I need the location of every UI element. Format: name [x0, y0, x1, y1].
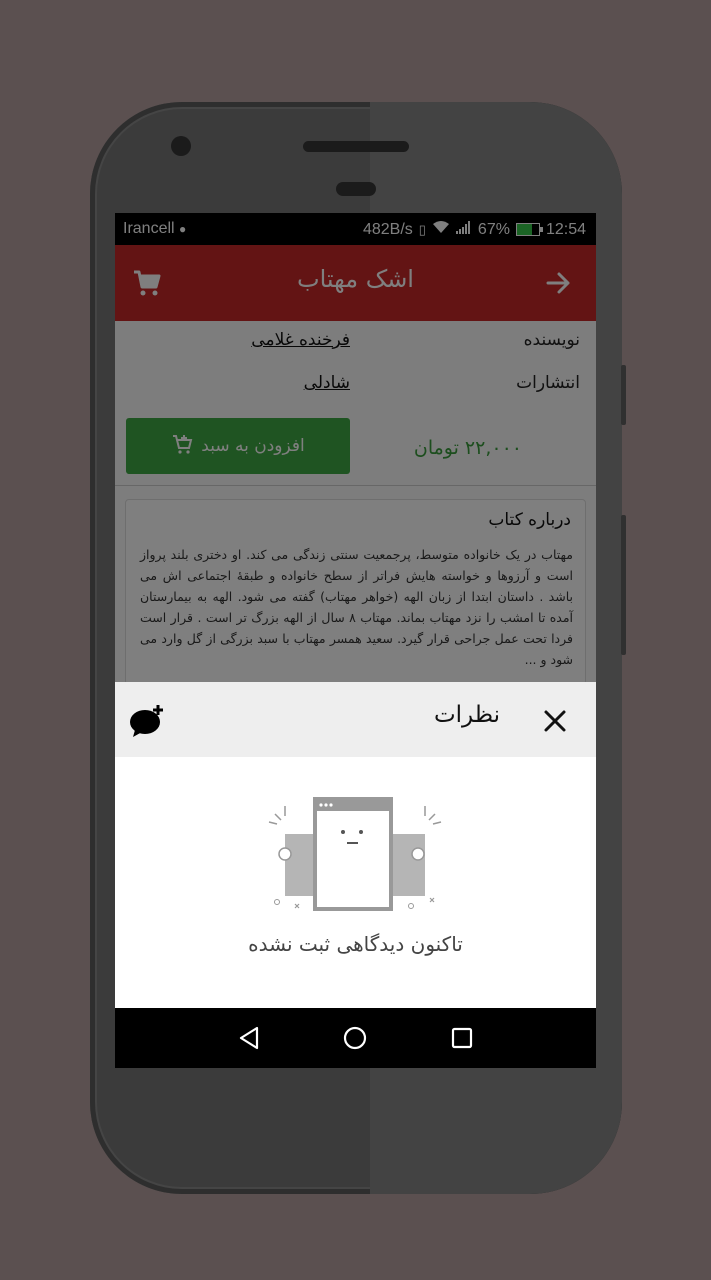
- home-nav-icon[interactable]: [341, 1024, 369, 1052]
- proximity-sensor: [336, 182, 376, 196]
- back-nav-icon[interactable]: [235, 1024, 263, 1052]
- recents-nav-icon[interactable]: [448, 1024, 476, 1052]
- comments-header: نظرات: [115, 682, 596, 757]
- phone-screen: Irancell ● 482B/s ▯ 67% 12:54 اشک مهتاب: [115, 213, 596, 1068]
- comments-title: نظرات: [433, 702, 500, 728]
- empty-comments-text: تاکنون دیدگاهی ثبت نشده: [248, 932, 463, 956]
- front-camera: [171, 136, 191, 156]
- power-button: [621, 515, 626, 655]
- close-icon[interactable]: [538, 704, 572, 738]
- add-comment-icon[interactable]: [129, 702, 167, 738]
- volume-button: [621, 365, 626, 425]
- system-navigation-bar: [115, 1008, 596, 1068]
- comments-sheet: نظرات تاکنون دیدگاهی ثبت نشده: [115, 682, 596, 1008]
- empty-comments-illustration: [265, 794, 445, 924]
- earpiece-speaker: [303, 141, 409, 152]
- modal-overlay[interactable]: [115, 213, 596, 682]
